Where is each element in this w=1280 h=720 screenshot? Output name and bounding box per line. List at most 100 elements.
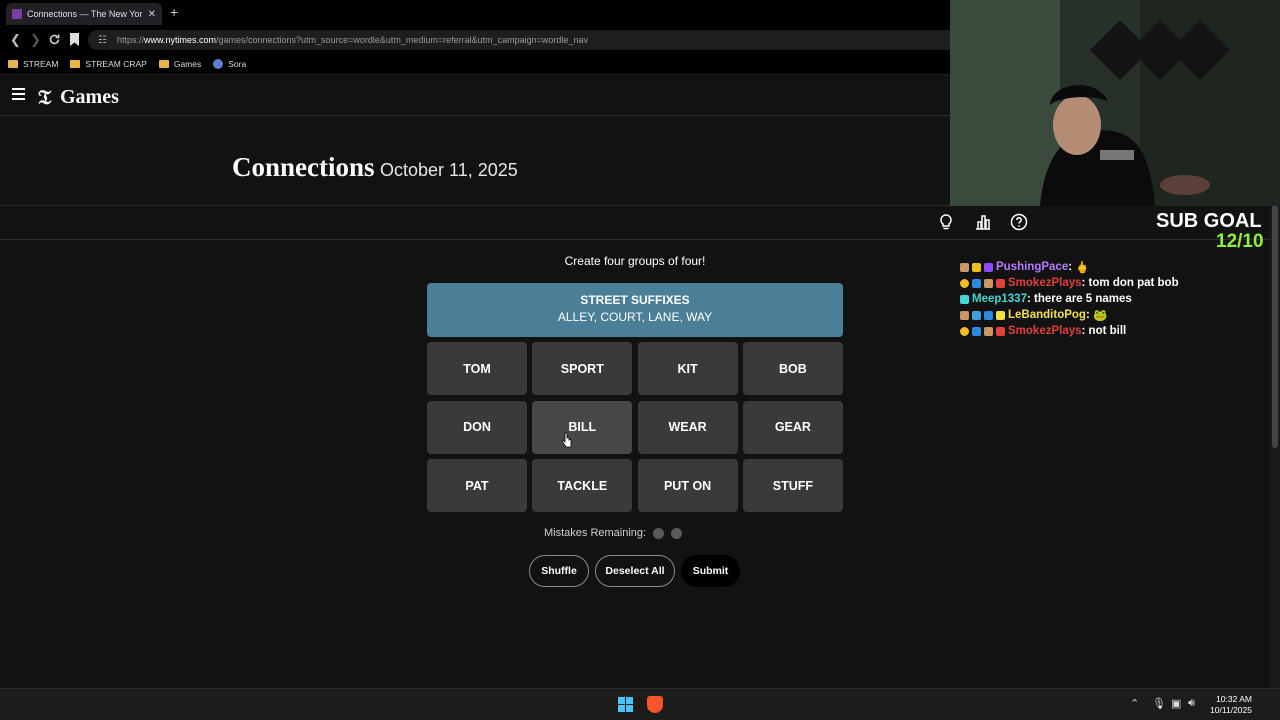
stream-chat: PushingPace: 🖕 SmokezPlays: tom don pat …: [960, 259, 1270, 339]
word-card-bob[interactable]: BOB: [742, 342, 843, 395]
chat-username: PushingPace: [996, 261, 1069, 273]
word-card-tackle[interactable]: TACKLE: [532, 459, 633, 512]
bookmark-sora[interactable]: Sora: [213, 58, 246, 69]
sword-badge-icon: [972, 326, 981, 336]
chat-username: SmokezPlays: [1008, 277, 1082, 289]
browser-tab-connections[interactable]: Connections — The New Yor ✕: [6, 3, 162, 25]
reload-icon[interactable]: [48, 33, 61, 46]
help-icon[interactable]: [1010, 213, 1028, 231]
chat-username: SmokezPlays: [1008, 325, 1082, 337]
sub-goal-count: 12/10: [1216, 231, 1264, 252]
bookmark-stream[interactable]: STREAM: [8, 59, 58, 69]
sora-icon: [213, 58, 224, 69]
bookmark-stream-crap[interactable]: STREAM CRAP: [70, 59, 147, 69]
word-card-stuff[interactable]: STUFF: [742, 459, 843, 512]
hint-lightbulb-icon[interactable]: [937, 213, 955, 231]
new-tab-button[interactable]: +: [170, 4, 178, 20]
gem-badge-icon: [972, 310, 981, 320]
shuffle-button[interactable]: Shuffle: [529, 555, 589, 587]
url-path: /games/connections?utm_source=wordle&utm…: [216, 35, 588, 45]
sub-goal-label: SUB GOAL: [1156, 210, 1262, 232]
word-card-don[interactable]: DON: [427, 400, 527, 454]
chat-badge-icon: [984, 278, 993, 288]
word-card-wear[interactable]: WEAR: [637, 400, 738, 454]
folder-icon: [70, 59, 81, 68]
sword-badge-icon: [984, 310, 993, 320]
site-info-icon[interactable]: ☷: [98, 35, 107, 46]
number-badge-icon: [960, 278, 969, 288]
bookmark-icon[interactable]: [70, 33, 79, 46]
brave-browser-icon[interactable]: [647, 696, 663, 713]
word-grid: TOM SPORT KIT BOB DON BILL WEAR GEAR PAT…: [427, 342, 845, 512]
streamer-webcam-image: [950, 0, 1280, 206]
chat-badge-icon: [960, 262, 969, 272]
mistake-dot: [671, 527, 683, 539]
solved-words: ALLEY, COURT, LANE, WAY: [557, 310, 713, 324]
solved-group-street-suffixes: STREET SUFFIXES ALLEY, COURT, LANE, WAY: [427, 283, 843, 337]
chat-username: Meep1337: [972, 293, 1027, 305]
url-host: www.nytimes.com: [143, 35, 216, 45]
mistakes-remaining: Mistakes Remaining:: [544, 527, 683, 539]
word-card-sport[interactable]: SPORT: [532, 342, 633, 395]
folder-icon: [158, 59, 169, 68]
word-card-bill[interactable]: BILL: [532, 400, 633, 454]
tab-title: Connections — The New Yor: [27, 9, 143, 19]
chat-message: SmokezPlays: not bill: [960, 323, 1270, 339]
chat-badge-icon: [984, 326, 993, 336]
nyt-favicon-icon: [12, 9, 22, 19]
chat-message: Meep1337: there are 5 names: [960, 291, 1270, 307]
mouse-cursor-icon: [561, 432, 572, 448]
clock-time: 10:32 AM: [1216, 694, 1252, 704]
mistakes-label: Mistakes Remaining:: [544, 527, 647, 539]
page-title: Connections: [232, 152, 375, 182]
url-prefix: https://: [116, 35, 144, 45]
word-card-put-on[interactable]: PUT ON: [637, 459, 738, 512]
url-input[interactable]: ☷ https://www.nytimes.com/games/connecti…: [88, 30, 988, 50]
windows-taskbar: ⌃ 🎙︎ ▣ 🔊︎ 10:32 AM 10/11/2025: [0, 688, 1280, 720]
chat-text: 🐸: [1092, 310, 1108, 322]
menu-icon[interactable]: [12, 88, 25, 100]
microphone-icon[interactable]: 🎙︎: [1152, 697, 1166, 710]
puzzle-date: October 11, 2025: [380, 160, 518, 180]
clock-date: 10/11/2025: [1210, 705, 1252, 715]
nyt-logo-icon[interactable]: 𝔗: [38, 85, 51, 109]
chat-text: there are 5 names: [1034, 293, 1132, 305]
word-card-pat[interactable]: PAT: [427, 459, 527, 512]
windows-start-icon[interactable]: [618, 697, 633, 712]
chat-message: LeBanditoPog: 🐸: [960, 307, 1270, 323]
k-badge-icon: [996, 326, 1005, 336]
crown-badge-icon: [972, 262, 981, 272]
chat-message: SmokezPlays: tom don pat bob: [960, 275, 1270, 291]
instructions-text: Create four groups of four!: [564, 254, 706, 268]
deselect-all-button[interactable]: Deselect All: [595, 555, 675, 587]
network-icon[interactable]: ▣: [1171, 697, 1181, 710]
chat-text: not bill: [1088, 325, 1127, 337]
sword-badge-icon: [972, 278, 981, 288]
k-badge-icon: [984, 262, 993, 272]
tray-chevron-icon[interactable]: ⌃: [1130, 697, 1139, 710]
forward-icon[interactable]: ❯: [30, 32, 41, 48]
chat-message: PushingPace: 🖕: [960, 259, 1270, 275]
folder-icon: [8, 59, 18, 68]
number-badge-icon: [960, 326, 969, 336]
back-icon[interactable]: ❮: [10, 32, 21, 48]
word-card-tom[interactable]: TOM: [427, 342, 527, 395]
submit-button[interactable]: Submit: [681, 555, 740, 587]
mistake-dot: [653, 527, 665, 539]
chat-badge-icon: [960, 310, 969, 320]
close-tab-icon[interactable]: ✕: [148, 9, 156, 20]
word-card-gear[interactable]: GEAR: [742, 400, 843, 454]
game-toolbar: [0, 206, 1280, 240]
chat-username: LeBanditoPog: [1008, 309, 1086, 321]
volume-icon[interactable]: 🔊︎: [1188, 697, 1195, 710]
k-badge-icon: [960, 294, 969, 304]
chat-text: tom don pat bob: [1088, 277, 1179, 289]
bookmark-games[interactable]: Games: [158, 59, 201, 69]
system-clock[interactable]: 10:32 AM 10/11/2025: [1204, 694, 1252, 716]
k-badge-icon: [996, 310, 1005, 320]
games-logo[interactable]: Games: [60, 86, 119, 109]
chat-text: 🖕: [1075, 262, 1090, 274]
stats-icon[interactable]: [974, 213, 992, 231]
word-card-kit[interactable]: KIT: [637, 342, 738, 395]
k-badge-icon: [996, 278, 1005, 288]
